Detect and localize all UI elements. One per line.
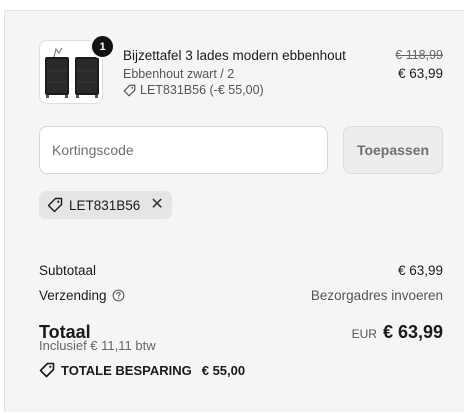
product-name: Bijzettafel 3 lades modern ebbenhout <box>123 48 346 63</box>
savings-value: € 55,00 <box>201 362 246 378</box>
tax-note: Inclusief € 11,11 btw <box>39 338 156 353</box>
discount-code-input[interactable] <box>39 126 328 174</box>
original-price: € 118,99 <box>395 48 443 62</box>
product-variant: Ebbenhout zwart / 2 <box>123 67 235 81</box>
shipping-value: Bezorgadres invoeren <box>310 288 443 303</box>
subtotal-label: Subtotaal <box>39 263 97 278</box>
help-icon[interactable] <box>112 289 125 302</box>
savings-label: TOTALE BESPARING <box>61 362 192 378</box>
shipping-row: Verzending Bezorgadres invoeren <box>39 288 443 303</box>
shipping-label: Verzending <box>39 288 107 303</box>
subtotal-row: Subtotaal € 63,99 <box>39 263 443 278</box>
shipping-label-group: Verzending <box>39 288 125 303</box>
tag-icon <box>47 197 63 213</box>
tag-icon <box>123 84 136 96</box>
nightstand-pair-image <box>45 47 99 98</box>
discounted-price: € 63,99 <box>397 66 443 81</box>
applied-discount-chip: LET831B56 ✕ <box>39 191 172 219</box>
currency-code: EUR <box>351 327 377 341</box>
tag-icon <box>39 362 55 378</box>
subtotal-value: € 63,99 <box>397 263 443 278</box>
quantity-badge: 1 <box>90 34 115 59</box>
product-prices: € 118,99 € 63,99 <box>395 48 443 81</box>
total-savings: TOTALE BESPARING € 55,00 <box>39 362 245 378</box>
product-discount: LET831B56 (-€ 55,00) <box>123 83 346 97</box>
line-item: 1 Bijzettafel 3 lades modern ebbenhout E… <box>39 34 443 108</box>
total-value-group: EUR € 63,99 <box>352 322 443 343</box>
close-icon[interactable]: ✕ <box>150 197 163 213</box>
total-value: € 63,99 <box>382 322 443 342</box>
product-info: Bijzettafel 3 lades modern ebbenhout Ebb… <box>123 48 346 97</box>
apply-discount-button[interactable]: Toepassen <box>343 126 443 174</box>
product-discount-text: LET831B56 (-€ 55,00) <box>140 83 264 97</box>
applied-discount-code: LET831B56 <box>69 197 141 213</box>
discount-code-row: Toepassen <box>39 126 443 174</box>
